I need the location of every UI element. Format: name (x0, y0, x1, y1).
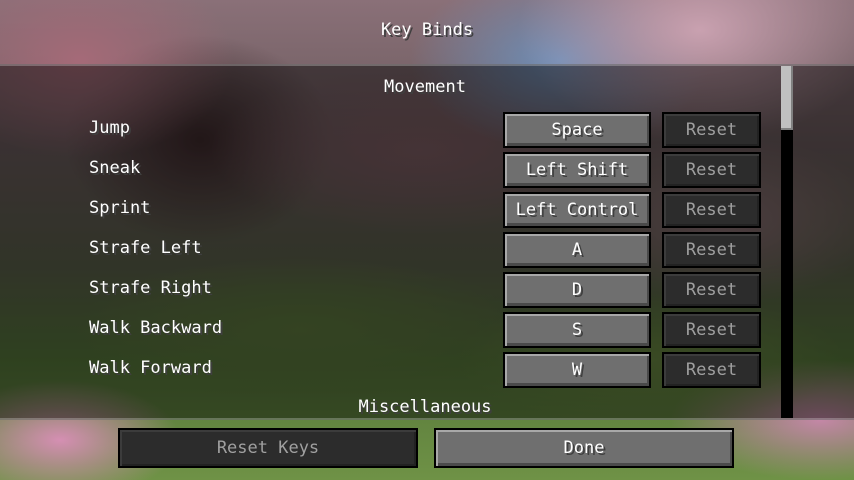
key-button-walk-forward[interactable]: W (503, 352, 651, 388)
keybind-label: Sprint (89, 198, 151, 218)
keybind-row-sprint: Sprint Left Control Reset (0, 192, 780, 228)
key-button-sneak[interactable]: Left Shift (503, 152, 651, 188)
reset-button-jump[interactable]: Reset (662, 112, 761, 148)
reset-button-strafe-left[interactable]: Reset (662, 232, 761, 268)
reset-button-sprint[interactable]: Reset (662, 192, 761, 228)
reset-button-walk-forward[interactable]: Reset (662, 352, 761, 388)
section-header-miscellaneous: Miscellaneous (358, 397, 492, 417)
keybind-row-sneak: Sneak Left Shift Reset (0, 152, 780, 188)
reset-keys-button[interactable]: Reset Keys (118, 428, 418, 468)
key-button-strafe-left[interactable]: A (503, 232, 651, 268)
reset-button-sneak[interactable]: Reset (662, 152, 761, 188)
keybind-row-jump: Jump Space Reset (0, 112, 780, 148)
reset-button-strafe-right[interactable]: Reset (662, 272, 761, 308)
key-button-sprint[interactable]: Left Control (503, 192, 651, 228)
page-title: Key Binds (380, 20, 474, 40)
keybind-label: Jump (89, 118, 130, 138)
key-button-walk-backward[interactable]: S (503, 312, 651, 348)
keybind-row-strafe-left: Strafe Left A Reset (0, 232, 780, 268)
keybind-label: Walk Forward (89, 358, 212, 378)
keybind-list[interactable]: Movement Jump Space Reset Sneak Left Shi… (0, 64, 854, 420)
key-button-jump[interactable]: Space (503, 112, 651, 148)
keybind-label: Walk Backward (89, 318, 223, 338)
keybind-label: Strafe Right (89, 278, 212, 298)
done-button[interactable]: Done (434, 428, 734, 468)
section-header-movement: Movement (384, 77, 466, 97)
keybind-row-walk-backward: Walk Backward S Reset (0, 312, 780, 348)
keybind-row-strafe-right: Strafe Right D Reset (0, 272, 780, 308)
reset-button-walk-backward[interactable]: Reset (662, 312, 761, 348)
keybind-label: Sneak (89, 158, 141, 178)
keybind-label: Strafe Left (89, 238, 202, 258)
scrollbar-thumb[interactable] (781, 66, 793, 130)
scrollbar[interactable] (781, 66, 793, 418)
keybind-row-walk-forward: Walk Forward W Reset (0, 352, 780, 388)
key-button-strafe-right[interactable]: D (503, 272, 651, 308)
